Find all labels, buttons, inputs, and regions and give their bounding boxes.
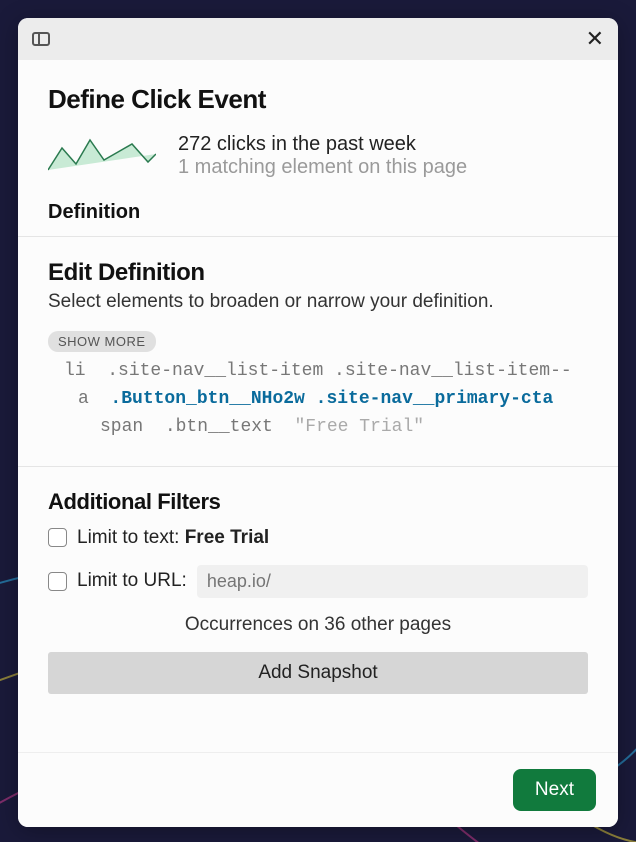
click-summary: 272 clicks in the past week 1 matching e…: [48, 133, 588, 179]
close-icon[interactable]: ✕: [586, 28, 604, 50]
css-selector-path[interactable]: li .site-nav__list-item .site-nav__list-…: [48, 358, 588, 442]
define-click-event-modal: ✕ Define Click Event 272 clicks in the p…: [18, 18, 618, 827]
show-more-button[interactable]: SHOW MORE: [48, 331, 156, 352]
section-additional-filters: Additional Filters Limit to text: Free T…: [18, 467, 618, 714]
next-button[interactable]: Next: [513, 769, 596, 811]
limit-to-url-checkbox[interactable]: [48, 572, 67, 591]
section-edit-definition: Edit Definition Select elements to broad…: [18, 237, 618, 467]
matching-element-text: 1 matching element on this page: [178, 156, 467, 179]
click-count-text: 272 clicks in the past week: [178, 133, 467, 156]
limit-to-text-row: Limit to text: Free Trial: [48, 527, 588, 549]
occurrences-text: Occurrences on 36 other pages: [48, 614, 588, 636]
limit-to-url-row: Limit to URL:: [48, 565, 588, 598]
limit-to-text-checkbox[interactable]: [48, 528, 67, 547]
panel-toggle-icon[interactable]: [32, 32, 50, 46]
limit-to-url-input[interactable]: [197, 565, 588, 598]
add-snapshot-button[interactable]: Add Snapshot: [48, 652, 588, 694]
path-row-li[interactable]: li .site-nav__list-item .site-nav__list-…: [48, 358, 588, 386]
limit-to-text-label: Limit to text: Free Trial: [77, 527, 269, 549]
modal-footer: Next: [18, 752, 618, 827]
definition-label: Definition: [48, 201, 588, 224]
section-header: Define Click Event 272 clicks in the pas…: [18, 60, 618, 237]
path-row-span[interactable]: span .btn__text "Free Trial": [48, 414, 588, 442]
additional-filters-title: Additional Filters: [48, 489, 588, 515]
edit-definition-subtitle: Select elements to broaden or narrow you…: [48, 291, 588, 313]
modal-header: ✕: [18, 18, 618, 60]
sparkline-chart: [48, 134, 156, 178]
page-title: Define Click Event: [48, 84, 588, 115]
path-row-a[interactable]: a .Button_btn__NHo2w .site-nav__primary-…: [48, 386, 588, 414]
limit-to-url-label: Limit to URL:: [77, 570, 187, 592]
edit-definition-title: Edit Definition: [48, 259, 588, 287]
modal-body: Define Click Event 272 clicks in the pas…: [18, 60, 618, 752]
